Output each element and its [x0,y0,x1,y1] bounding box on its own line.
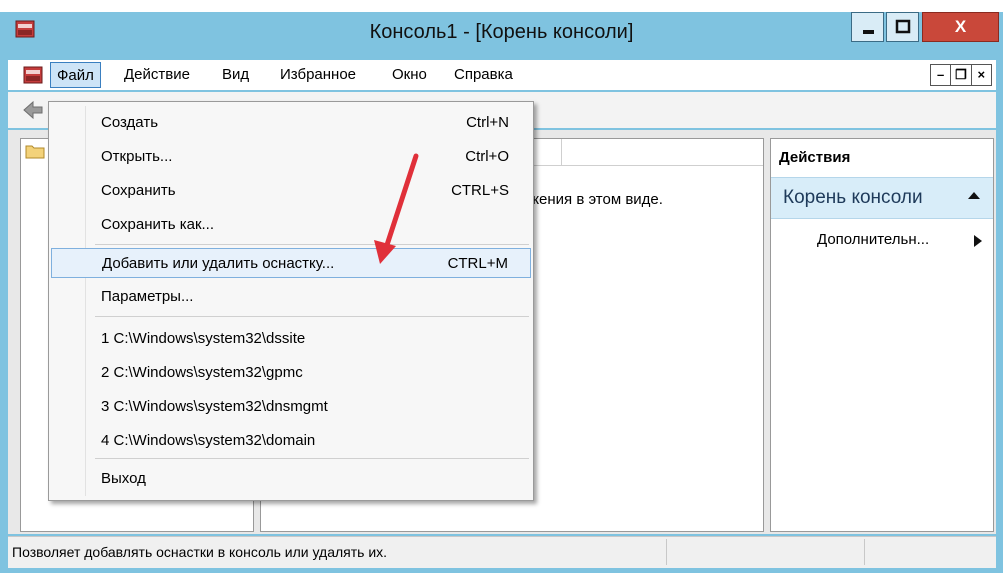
menu-item-label: Сохранить [101,182,176,199]
menu-bar: Файл Действие Вид Избранное Окно Справка… [8,60,996,90]
menu-item-shortcut: CTRL+M [447,255,508,272]
menu-item-save[interactable]: Сохранить CTRL+S [51,176,531,206]
close-icon: X [954,17,967,36]
menu-separator [95,316,529,317]
menu-item-label: 3 C:\Windows\system32\dnsmgmt [101,398,328,415]
menu-action[interactable]: Действие [124,66,190,83]
menu-item-shortcut: Ctrl+N [466,114,509,131]
menu-file[interactable]: Файл [50,62,101,88]
menu-item-add-remove-snapin[interactable]: Добавить или удалить оснастку... CTRL+M [51,248,531,278]
menu-item-recent-2[interactable]: 2 C:\Windows\system32\gpmc [51,358,531,388]
menu-item-new[interactable]: Создать Ctrl+N [51,108,531,138]
status-text: Позволяет добавлять оснастки в консоль и… [12,544,388,560]
folder-icon [25,145,45,159]
menu-item-exit[interactable]: Выход [51,464,531,494]
menu-item-label: Сохранить как... [101,216,215,233]
mdi-controls: – ❐ × [930,64,992,86]
actions-group-label: Корень консоли [783,187,923,208]
empty-view-message: жения в этом виде. [529,191,663,208]
mmc-window: Консоль1 - [Корень консоли] X Файл Дейст… [0,12,1003,573]
minimize-icon [863,30,874,34]
menu-item-label: Параметры... [101,288,194,305]
collapse-caret-icon[interactable] [967,190,981,200]
status-bar: Позволяет добавлять оснастки в консоль и… [8,536,996,568]
action-more[interactable]: Дополнительн... [817,231,929,248]
annotation-arrow-icon [374,153,419,264]
console-icon[interactable] [22,64,44,86]
menu-item-recent-1[interactable]: 1 C:\Windows\system32\dssite [51,324,531,354]
menu-window[interactable]: Окно [392,66,427,83]
menu-item-open[interactable]: Открыть... Ctrl+O [51,142,531,172]
menu-item-label: Создать [101,114,159,131]
back-arrow-icon[interactable] [22,100,44,120]
menu-item-shortcut: CTRL+S [451,182,509,199]
menu-item-options[interactable]: Параметры... [51,282,531,312]
mdi-close-button[interactable]: × [972,65,991,85]
menu-help[interactable]: Справка [454,66,513,83]
menu-item-save-as[interactable]: Сохранить как... [51,210,531,240]
column-separator[interactable] [561,139,562,165]
actions-group-header[interactable]: Корень консоли [771,177,993,219]
minimize-button[interactable] [851,12,884,42]
menu-view[interactable]: Вид [222,66,249,83]
menu-item-recent-4[interactable]: 4 C:\Windows\system32\domain [51,426,531,456]
status-separator [864,539,865,565]
actions-title: Действия [779,149,851,166]
submenu-arrow-icon[interactable] [973,234,983,248]
menu-item-label: Выход [101,470,146,487]
menu-item-recent-3[interactable]: 3 C:\Windows\system32\dnsmgmt [51,392,531,422]
status-separator [666,539,667,565]
menu-item-label: 2 C:\Windows\system32\gpmc [101,364,303,381]
menu-item-label: Открыть... [101,148,173,165]
maximize-button[interactable] [886,12,919,42]
file-menu-dropdown: Создать Ctrl+N Открыть... Ctrl+O Сохрани… [48,101,534,501]
menu-separator [95,458,529,459]
maximize-icon [895,19,911,34]
menu-item-label: Добавить или удалить оснастку... [102,255,335,272]
menu-favorites[interactable]: Избранное [280,66,356,83]
mdi-minimize-button[interactable]: – [931,65,952,85]
menu-item-label: 1 C:\Windows\system32\dssite [101,330,306,347]
actions-pane: Действия Корень консоли Дополнительн... [770,138,994,532]
close-button[interactable]: X [922,12,999,42]
mdi-restore-button[interactable]: ❐ [951,65,972,85]
menu-separator [95,244,529,245]
menu-item-label: 4 C:\Windows\system32\domain [101,432,316,449]
title-bar[interactable]: Консоль1 - [Корень консоли] X [0,12,1003,52]
menu-item-shortcut: Ctrl+O [465,148,509,165]
